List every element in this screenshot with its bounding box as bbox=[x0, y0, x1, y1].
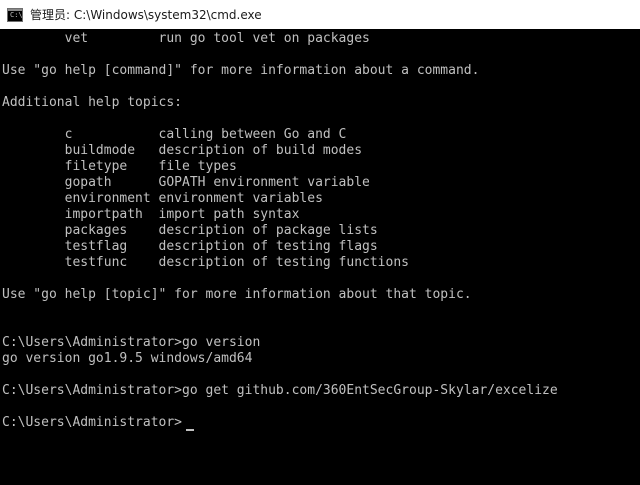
cmd-window: C:\ 管理员: C:\Windows\system32\cmd.exe vet… bbox=[0, 0, 640, 485]
console-line: filetype file types bbox=[2, 159, 237, 174]
console-line: Additional help topics: bbox=[2, 95, 183, 110]
prompt-line[interactable]: C:\Users\Administrator> bbox=[2, 415, 182, 431]
console-line: environment environment variables bbox=[2, 191, 323, 206]
console-line: Use "go help [command]" for more informa… bbox=[2, 63, 480, 78]
console-line: vet run go tool vet on packages bbox=[2, 31, 370, 46]
console-line: c calling between Go and C bbox=[2, 127, 347, 142]
title-bar[interactable]: C:\ 管理员: C:\Windows\system32\cmd.exe bbox=[0, 0, 640, 29]
console-line: testflag description of testing flags bbox=[2, 239, 378, 254]
cmd-icon[interactable]: C:\ bbox=[7, 7, 23, 22]
console-line: packages description of package lists bbox=[2, 223, 378, 238]
console-line: C:\Users\Administrator>go get github.com… bbox=[2, 383, 558, 398]
console-line: importpath import path syntax bbox=[2, 207, 300, 222]
console-output[interactable]: vet run go tool vet on packages Use "go … bbox=[0, 29, 640, 485]
console-line: Use "go help [topic]" for more informati… bbox=[2, 287, 472, 302]
console-line: buildmode description of build modes bbox=[2, 143, 363, 158]
console-line: testfunc description of testing function… bbox=[2, 255, 409, 270]
console-line: C:\Users\Administrator>go version bbox=[2, 335, 261, 350]
text-cursor bbox=[186, 429, 194, 431]
window-title: 管理员: C:\Windows\system32\cmd.exe bbox=[30, 8, 262, 22]
console-line: go version go1.9.5 windows/amd64 bbox=[2, 351, 253, 366]
console-line: gopath GOPATH environment variable bbox=[2, 175, 370, 190]
